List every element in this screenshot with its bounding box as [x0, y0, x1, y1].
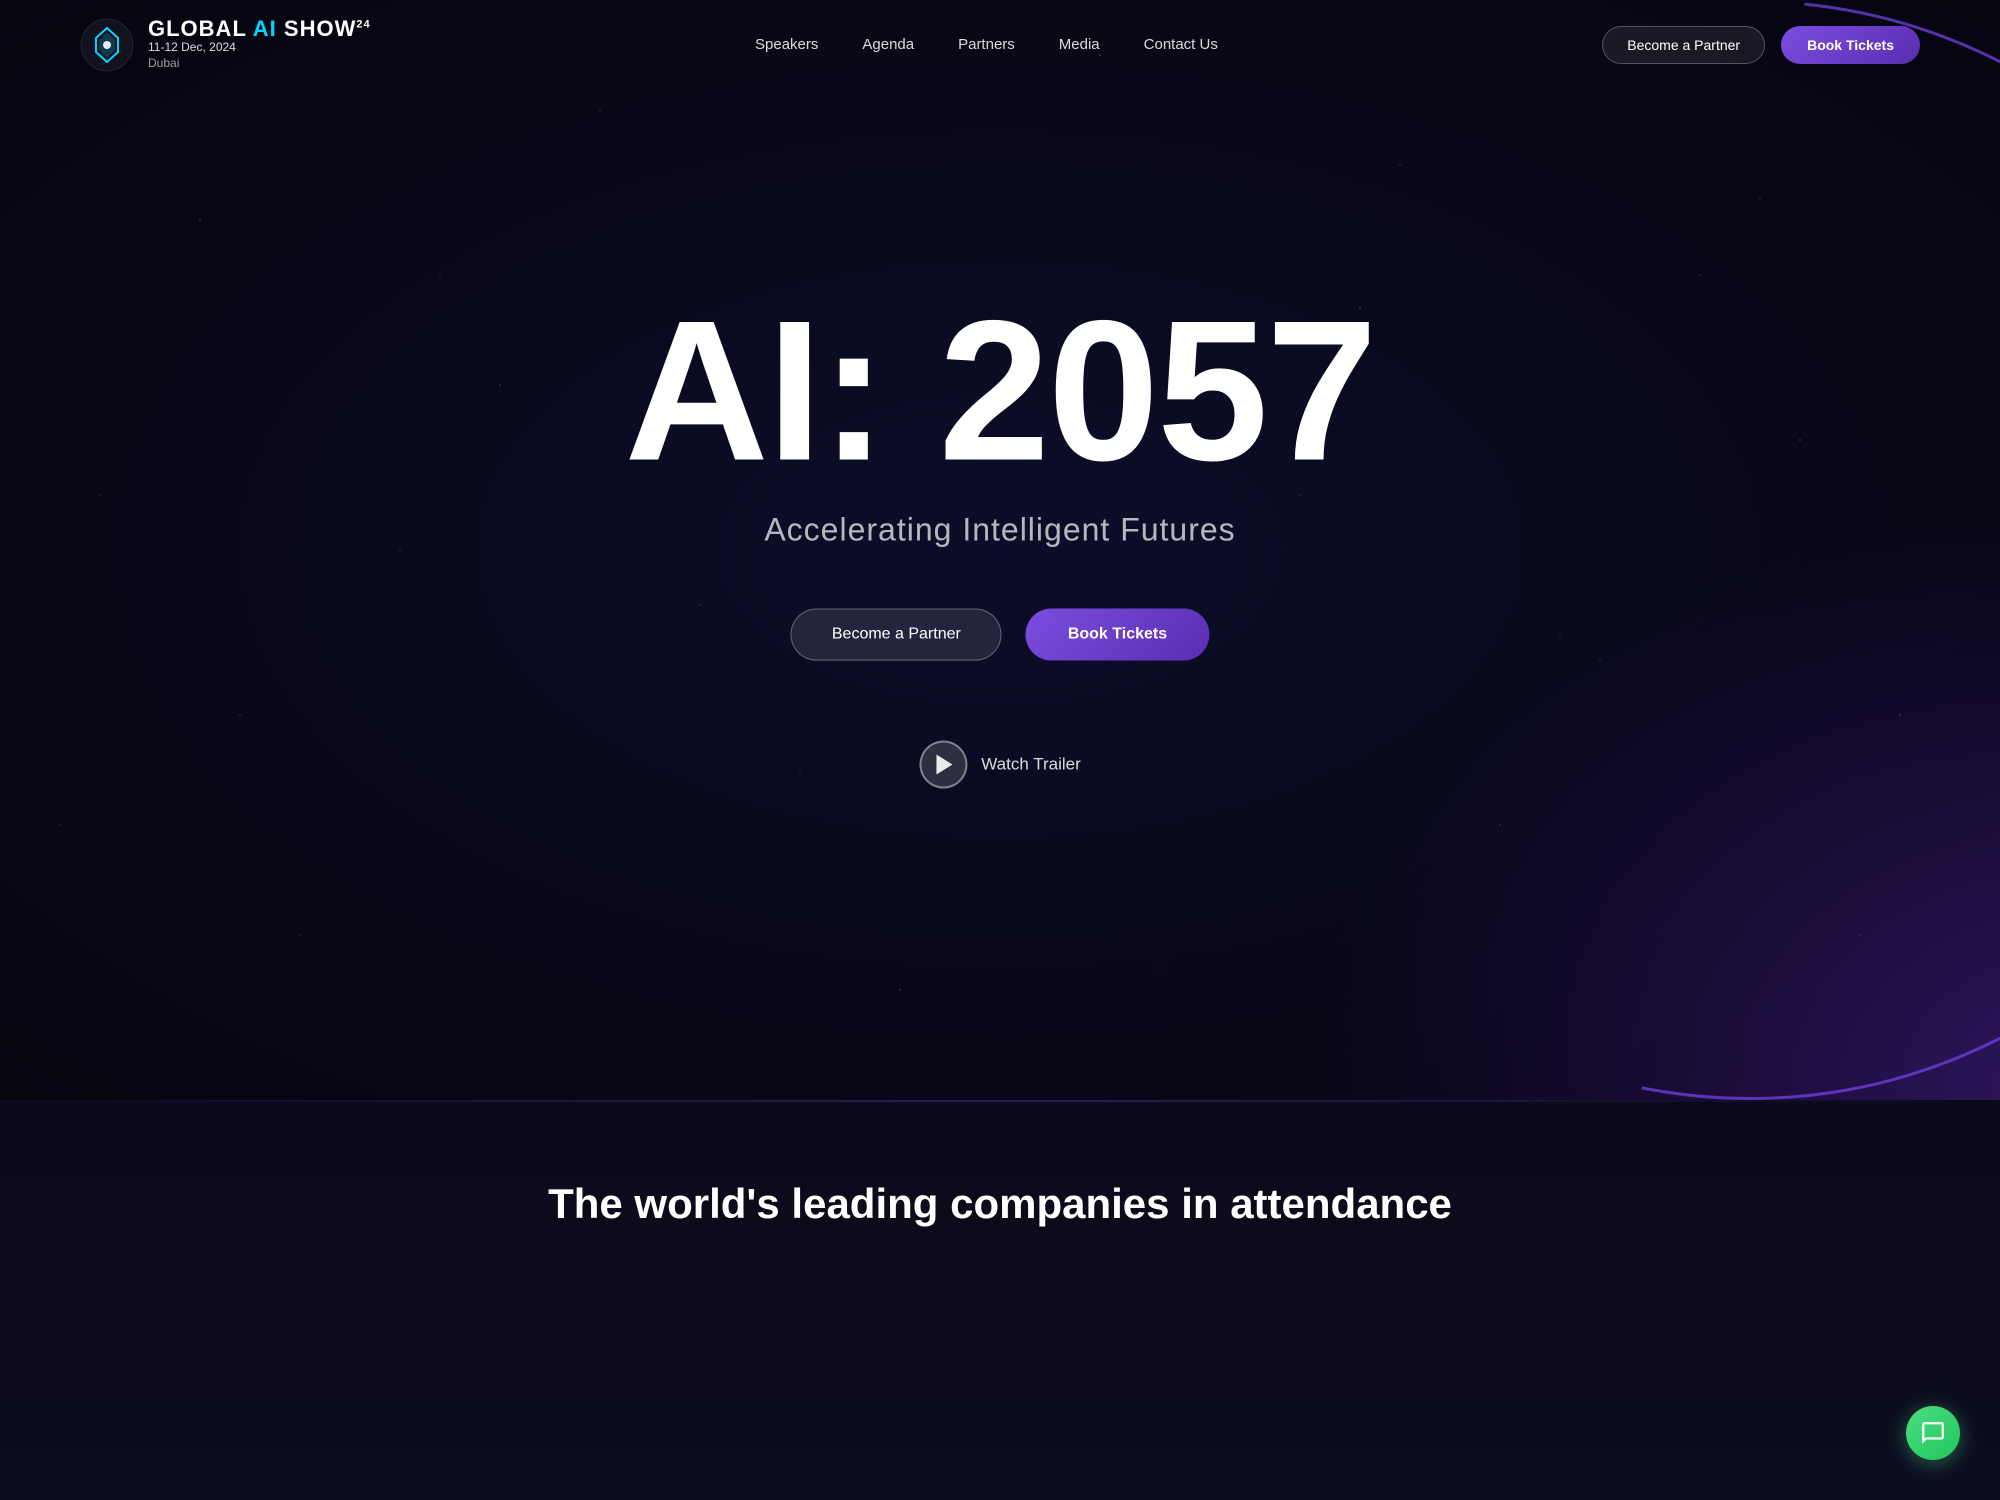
become-partner-nav-button[interactable]: Become a Partner: [1602, 26, 1765, 64]
nav-item-partners[interactable]: Partners: [958, 36, 1015, 54]
companies-title: The world's leading companies in attenda…: [548, 1180, 1452, 1228]
nav-item-contact[interactable]: Contact Us: [1144, 36, 1218, 54]
nav-actions: Become a Partner Book Tickets: [1602, 26, 1920, 64]
logo-ai-text: AI: [253, 16, 277, 41]
become-partner-hero-button[interactable]: Become a Partner: [791, 609, 1002, 661]
hero-buttons: Become a Partner Book Tickets: [624, 609, 1375, 661]
logo-city: Dubai: [148, 56, 371, 72]
hero-title: AI: 2057: [624, 292, 1375, 492]
chat-icon: [1920, 1420, 1946, 1446]
bottom-section: The world's leading companies in attenda…: [0, 1100, 2000, 1500]
logo-brand-text: GLOBAL: [148, 16, 246, 41]
hero-subtitle: Accelerating Intelligent Futures: [624, 512, 1375, 549]
nav-links: Speakers Agenda Partners Media Contact U…: [755, 36, 1218, 54]
book-tickets-hero-button[interactable]: Book Tickets: [1026, 609, 1209, 661]
chat-bubble-button[interactable]: [1906, 1406, 1960, 1460]
navbar: GLOBAL AI SHOW24 11-12 Dec, 2024 Dubai S…: [0, 0, 2000, 90]
logo-area: GLOBAL AI SHOW24 11-12 Dec, 2024 Dubai: [80, 18, 371, 72]
nav-item-agenda[interactable]: Agenda: [862, 36, 914, 54]
logo-date-area: 11-12 Dec, 2024 Dubai: [148, 40, 371, 71]
nav-item-media[interactable]: Media: [1059, 36, 1100, 54]
watch-trailer-button[interactable]: Watch Trailer: [624, 741, 1375, 789]
nav-link-partners[interactable]: Partners: [958, 36, 1015, 53]
play-icon: [937, 755, 953, 775]
nav-link-media[interactable]: Media: [1059, 36, 1100, 53]
watch-trailer-label: Watch Trailer: [981, 755, 1081, 775]
hero-content: AI: 2057 Accelerating Intelligent Future…: [624, 292, 1375, 789]
logo-superscript: 24: [356, 19, 370, 31]
nav-link-speakers[interactable]: Speakers: [755, 36, 818, 53]
logo-text: GLOBAL AI SHOW24 11-12 Dec, 2024 Dubai: [148, 18, 371, 71]
logo-icon: [80, 18, 134, 72]
nav-link-contact[interactable]: Contact Us: [1144, 36, 1218, 53]
play-button[interactable]: [919, 741, 967, 789]
logo-brand: GLOBAL AI SHOW24: [148, 18, 371, 40]
nav-link-agenda[interactable]: Agenda: [862, 36, 914, 53]
logo-show-text: SHOW: [284, 16, 356, 41]
nav-item-speakers[interactable]: Speakers: [755, 36, 818, 54]
book-tickets-nav-button[interactable]: Book Tickets: [1781, 26, 1920, 64]
logo-date: 11-12 Dec, 2024: [148, 40, 371, 56]
